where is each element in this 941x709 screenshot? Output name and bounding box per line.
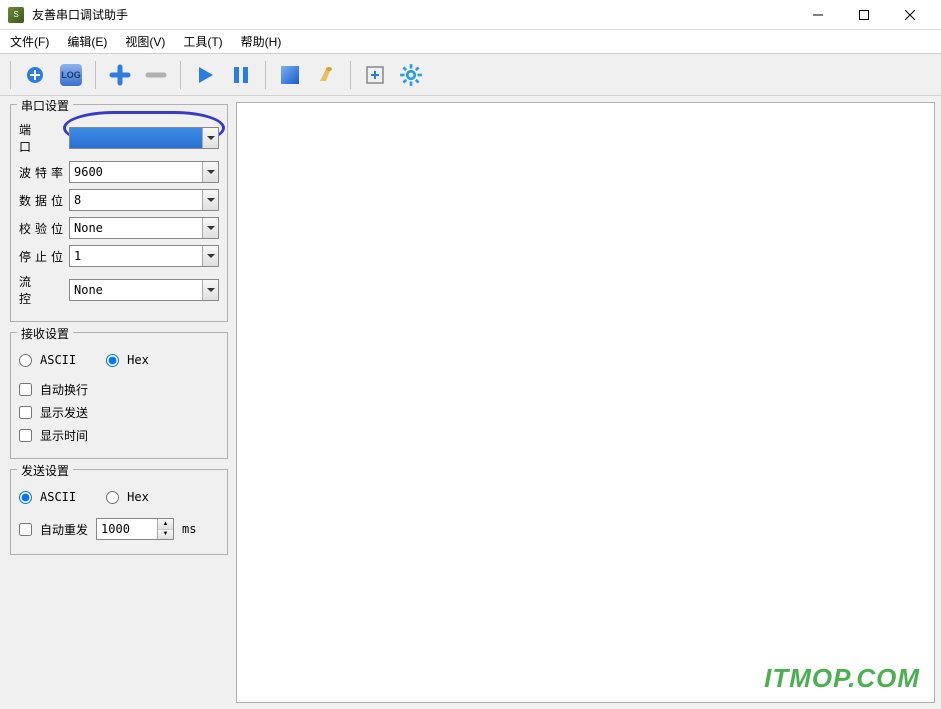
baud-combo[interactable]: 9600	[69, 161, 219, 183]
menubar: 文件(F) 编辑(E) 视图(V) 工具(T) 帮助(H)	[0, 30, 941, 54]
parity-label: 校验位	[19, 220, 63, 237]
toolbar-settings-button[interactable]	[395, 59, 427, 91]
send-settings-group: 发送设置 ASCII Hex 自动重发 ▲▼ ms	[10, 469, 228, 555]
chevron-down-icon	[202, 162, 218, 182]
serial-legend: 串口设置	[17, 97, 73, 114]
auto-resend-checkbox[interactable]	[19, 523, 32, 536]
chevron-down-icon	[202, 190, 218, 210]
output-area[interactable]: ITMOP.COM	[236, 102, 935, 703]
spin-up-icon[interactable]: ▲	[158, 519, 173, 530]
chevron-down-icon	[202, 246, 218, 266]
receive-legend: 接收设置	[17, 325, 73, 342]
toolbar-remove-button[interactable]	[140, 59, 172, 91]
close-button[interactable]	[887, 0, 933, 30]
send-hex-radio[interactable]	[106, 491, 119, 504]
interval-spinner[interactable]: ▲▼	[96, 518, 174, 540]
baud-label: 波特率	[19, 164, 63, 181]
window-title: 友善串口调试助手	[32, 6, 795, 23]
menu-file[interactable]: 文件(F)	[6, 31, 53, 52]
auto-wrap-checkbox[interactable]	[19, 383, 32, 396]
toolbar-play-button[interactable]	[189, 59, 221, 91]
menu-edit[interactable]: 编辑(E)	[63, 31, 111, 52]
flow-label: 流 控	[19, 273, 63, 307]
watermark: ITMOP.COM	[764, 663, 920, 694]
send-legend: 发送设置	[17, 462, 73, 479]
minimize-button[interactable]	[795, 0, 841, 30]
recv-ascii-radio[interactable]	[19, 354, 32, 367]
receive-settings-group: 接收设置 ASCII Hex 自动换行 显示发送 显示时间	[10, 332, 228, 459]
toolbar-log-button[interactable]: LOG	[55, 59, 87, 91]
serial-settings-group: 串口设置 端 口 波特率 9600 数据位 8	[10, 104, 228, 322]
chevron-down-icon	[202, 128, 218, 148]
titlebar: S 友善串口调试助手	[0, 0, 941, 30]
menu-tools[interactable]: 工具(T)	[179, 31, 226, 52]
recv-hex-radio[interactable]	[106, 354, 119, 367]
port-label: 端 口	[19, 121, 63, 155]
spin-down-icon[interactable]: ▼	[158, 530, 173, 540]
maximize-button[interactable]	[841, 0, 887, 30]
send-ascii-radio[interactable]	[19, 491, 32, 504]
flow-combo[interactable]: None	[69, 279, 219, 301]
app-icon: S	[8, 7, 24, 23]
toolbar-pause-button[interactable]	[225, 59, 257, 91]
svg-text:LOG: LOG	[61, 70, 81, 80]
show-send-checkbox[interactable]	[19, 406, 32, 419]
toolbar-new-window-button[interactable]	[359, 59, 391, 91]
data-bits-label: 数据位	[19, 192, 63, 209]
toolbar: LOG	[0, 54, 941, 96]
toolbar-window-button[interactable]	[274, 59, 306, 91]
chevron-down-icon	[202, 218, 218, 238]
menu-view[interactable]: 视图(V)	[121, 31, 169, 52]
interval-input[interactable]	[97, 522, 157, 536]
parity-combo[interactable]: None	[69, 217, 219, 239]
toolbar-add-button[interactable]	[104, 59, 136, 91]
stop-bits-label: 停止位	[19, 248, 63, 265]
chevron-down-icon	[202, 280, 218, 300]
stop-bits-combo[interactable]: 1	[69, 245, 219, 267]
toolbar-clear-button[interactable]	[310, 59, 342, 91]
toolbar-connect-button[interactable]	[19, 59, 51, 91]
menu-help[interactable]: 帮助(H)	[237, 31, 286, 52]
data-bits-combo[interactable]: 8	[69, 189, 219, 211]
port-combo[interactable]	[69, 127, 219, 149]
show-time-checkbox[interactable]	[19, 429, 32, 442]
left-panel: 串口设置 端 口 波特率 9600 数据位 8	[0, 96, 236, 709]
